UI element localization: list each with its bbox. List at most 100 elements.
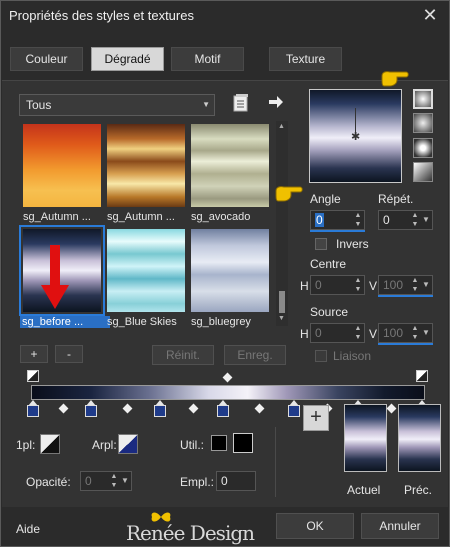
angle-input[interactable]: 0 ▲ ▼ — [310, 210, 365, 230]
gradient-swatch — [107, 124, 185, 207]
thumbnail-label: sg_Blue Skies — [107, 316, 177, 328]
opacity-label: Opacité: — [26, 475, 71, 489]
user-color-label: Util.: — [180, 438, 204, 452]
gradient-swatch — [107, 229, 185, 312]
close-icon[interactable]: ✕ — [419, 5, 441, 27]
thumbnail-sg-autumn-1[interactable]: sg_Autumn ... — [23, 124, 101, 223]
add-gradient-button[interactable]: + — [20, 345, 48, 363]
source-v-input[interactable]: 100 ▲ ▼ ▼ — [378, 323, 433, 343]
tab-degrade[interactable]: Dégradé — [91, 47, 164, 71]
chevron-down-icon[interactable]: ▼ — [421, 324, 431, 342]
thumbnail-scrollbar[interactable]: ▲ ▼ — [276, 121, 288, 326]
thumbnail-label: sg_before ... — [20, 316, 110, 328]
center-h-input[interactable]: 0 ▲ ▼ — [310, 275, 365, 295]
spinner-arrows-icon[interactable]: ▲ ▼ — [353, 276, 363, 294]
location-label: Empl.: — [180, 475, 215, 489]
help-link[interactable]: Aide — [16, 522, 40, 536]
chevron-down-icon[interactable]: ▼ — [421, 276, 431, 294]
repeat-input[interactable]: 0 ▲ ▼ ▼ — [378, 210, 433, 230]
add-to-swatches-button[interactable]: + — [303, 405, 329, 431]
reset-button[interactable]: Réinit. — [152, 345, 214, 365]
angle-value: 0 — [315, 213, 324, 227]
gradient-bar[interactable] — [31, 385, 425, 400]
gradient-preview[interactable]: ✱ — [309, 89, 402, 183]
background-swatch[interactable] — [118, 434, 138, 454]
thumbnail-label: sg_Autumn ... — [23, 211, 91, 223]
scrollbar-thumb[interactable] — [279, 291, 285, 313]
thumbnail-sg-bluegrey[interactable]: sg_bluegrey — [191, 229, 269, 328]
spinner-arrows-icon[interactable]: ▲ ▼ — [410, 276, 420, 294]
center-h-value: 0 — [315, 278, 322, 292]
thumbnail-sg-autumn-2[interactable]: sg_Autumn ... — [107, 124, 185, 223]
thumbnail-sg-before[interactable]: sg_before ... — [19, 225, 110, 328]
color-stop[interactable] — [27, 405, 39, 417]
cancel-button[interactable]: Annuler — [361, 513, 439, 539]
sunburst-style-button[interactable] — [413, 162, 433, 182]
chevron-down-icon[interactable]: ▼ — [421, 211, 431, 229]
category-select[interactable]: Tous ▼ — [19, 94, 215, 116]
arrow-down-icon — [41, 245, 69, 309]
source-h-input[interactable]: 0 ▲ ▼ — [310, 323, 365, 343]
linear-style-button[interactable] — [413, 89, 433, 109]
category-value: Tous — [26, 98, 52, 112]
color-stop[interactable] — [85, 405, 97, 417]
center-v-value: 100 — [383, 278, 404, 292]
tab-texture[interactable]: Texture — [269, 47, 342, 71]
tab-motif[interactable]: Motif — [171, 47, 244, 71]
background-label: Arpl: — [92, 438, 117, 452]
document-icon[interactable] — [232, 93, 250, 113]
rectangular-style-button[interactable] — [413, 113, 433, 133]
opacity-value: 0 — [85, 474, 92, 488]
current-swatch[interactable] — [344, 404, 387, 472]
thumbnail-sg-blue-skies[interactable]: sg_Blue Skies — [107, 229, 185, 328]
center-label: Centre — [310, 257, 347, 271]
spinner-arrows-icon[interactable]: ▲ ▼ — [353, 324, 363, 342]
source-h-label: H — [300, 327, 309, 341]
center-v-label: V — [369, 279, 378, 293]
foreground-swatch[interactable] — [40, 434, 60, 454]
ok-button[interactable]: OK — [276, 513, 354, 539]
opacity-input[interactable]: 0 ▲ ▼ ▼ — [80, 471, 132, 491]
scroll-up-icon[interactable]: ▲ — [278, 123, 285, 130]
source-label: Source — [310, 305, 349, 319]
center-v-input[interactable]: 100 ▲ ▼ ▼ — [378, 275, 433, 295]
chevron-down-icon[interactable]: ▼ — [120, 472, 130, 490]
source-v-label: V — [369, 327, 378, 341]
opacity-stop-start[interactable] — [27, 370, 39, 382]
scroll-down-icon[interactable]: ▼ — [278, 315, 285, 322]
location-input[interactable]: 0 — [216, 471, 256, 491]
thumbnail-label: sg_avocado — [191, 211, 251, 223]
gradient-swatch — [191, 229, 269, 312]
remove-gradient-button[interactable]: - — [55, 345, 83, 363]
opacity-stop-end[interactable] — [416, 370, 428, 382]
previous-swatch[interactable] — [398, 404, 441, 472]
color-stop[interactable] — [217, 405, 229, 417]
color-stop[interactable] — [154, 405, 166, 417]
center-crosshair-icon: ✱ — [351, 131, 361, 143]
source-v-value: 100 — [383, 326, 404, 340]
window-title: Propriétés des styles et textures — [9, 8, 194, 23]
gradient-swatch — [191, 124, 269, 207]
user-color-swatch[interactable] — [233, 433, 253, 453]
spinner-arrows-icon[interactable]: ▲ ▼ — [410, 211, 420, 229]
tab-couleur[interactable]: Couleur — [10, 47, 83, 71]
spinner-arrows-icon[interactable]: ▲ ▼ — [410, 324, 420, 342]
link-checkbox[interactable] — [315, 350, 327, 362]
save-button[interactable]: Enreg. — [224, 345, 286, 365]
link-label: Liaison — [333, 349, 372, 363]
divider — [275, 427, 276, 497]
repeat-label: Répét. — [378, 192, 414, 206]
user-color-swatch-black[interactable] — [211, 435, 227, 451]
foreground-label: 1pl: — [16, 438, 36, 452]
location-value: 0 — [221, 474, 228, 488]
repeat-value: 0 — [383, 213, 390, 227]
spinner-arrows-icon[interactable]: ▲ ▼ — [109, 472, 119, 490]
arrow-right-icon[interactable] — [268, 95, 284, 109]
thumbnail-sg-avocado[interactable]: sg_avocado — [191, 124, 269, 223]
pointing-hand-icon — [381, 71, 409, 87]
radial-style-button[interactable] — [413, 138, 433, 158]
color-stop[interactable] — [288, 405, 300, 417]
thumbnail-label: sg_bluegrey — [191, 316, 251, 328]
spinner-arrows-icon[interactable]: ▲ ▼ — [353, 211, 363, 229]
invert-checkbox[interactable] — [315, 238, 327, 250]
